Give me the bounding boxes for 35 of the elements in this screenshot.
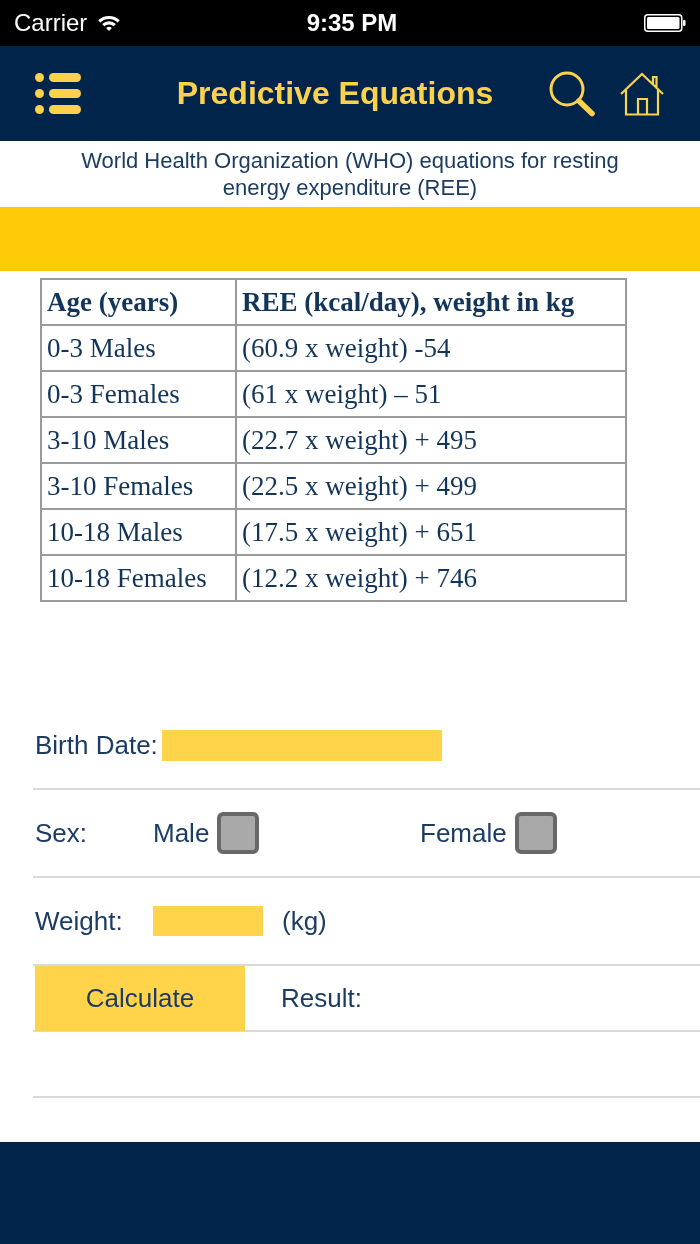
table-cell: (22.7 x weight) + 495 [236, 417, 626, 463]
wifi-icon [97, 14, 122, 32]
result-label: Result: [281, 982, 362, 1014]
table-cell: (12.2 x weight) + 746 [236, 555, 626, 601]
weight-field[interactable] [153, 906, 263, 936]
table-cell: (61 x weight) – 51 [236, 371, 626, 417]
menu-icon[interactable] [35, 73, 81, 114]
status-time: 9:35 PM [306, 9, 398, 37]
table-cell: 0-3 Females [41, 371, 236, 417]
checkbox[interactable] [217, 812, 260, 854]
search-icon[interactable] [549, 70, 596, 117]
table-cell: (17.5 x weight) + 651 [236, 509, 626, 555]
screen-title: Predictive Equations [175, 75, 495, 112]
table-cell: 3-10 Males [41, 417, 236, 463]
field-label: Sex: [35, 817, 89, 849]
subtitle-text: World Health Organization (WHO) equations for resting energy expenditure (REE) [80, 147, 620, 201]
option-label: Female [420, 817, 507, 849]
home-icon[interactable] [619, 71, 665, 116]
field-label: Birth Date: [35, 729, 158, 761]
table-cell: 10-18 Males [41, 509, 236, 555]
column-header: REE (kcal/day), weight in kg [236, 279, 626, 325]
unit-label: (kg) [282, 905, 327, 937]
table-cell: 0-3 Males [41, 325, 236, 371]
battery-icon [644, 14, 686, 32]
field-label: Weight: [35, 905, 124, 937]
birth-date-field[interactable] [161, 729, 442, 761]
table-cell: 3-10 Females [41, 463, 236, 509]
column-header: Age (years) [41, 279, 236, 325]
option-label: Male [153, 817, 210, 849]
checkbox[interactable] [514, 812, 557, 854]
carrier-name: Carrier [14, 9, 88, 37]
table-cell: (60.9 x weight) -54 [236, 325, 626, 371]
table-cell: 10-18 Females [41, 555, 236, 601]
table-cell: (22.5 x weight) + 499 [236, 463, 626, 509]
calculate-button[interactable]: Calculate [35, 966, 245, 1031]
